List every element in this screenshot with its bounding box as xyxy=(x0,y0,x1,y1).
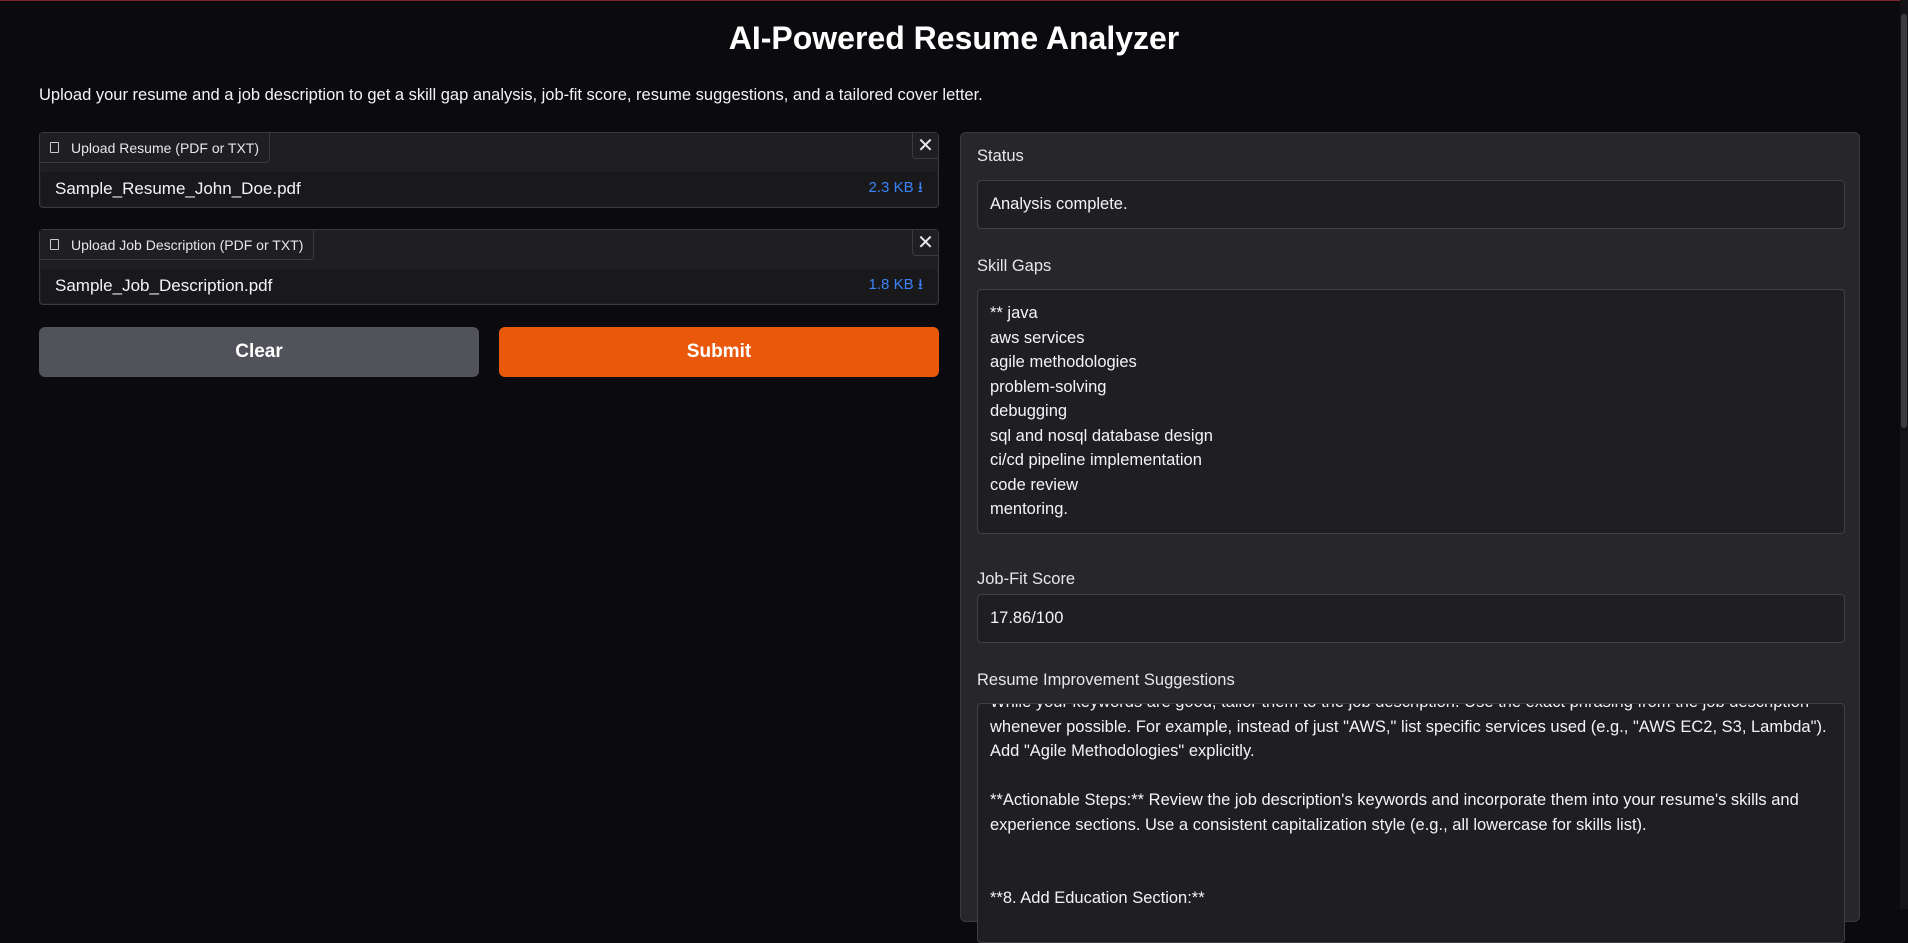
skill-gap-item: code review xyxy=(990,475,1079,494)
job-fit-value: 17.86/100 xyxy=(990,609,1064,627)
resume-upload-label-tab: Upload Resume (PDF or TXT) xyxy=(40,133,271,163)
close-icon: ✕ xyxy=(917,231,934,254)
skill-gap-item: ** java xyxy=(990,304,1038,322)
skill-gaps-textbox[interactable]: ** java aws services agile methodologies… xyxy=(977,289,1845,534)
page-title: AI-Powered Resume Analyzer xyxy=(728,20,1180,56)
suggestion-line: whenever possible. For example, instead … xyxy=(990,717,1827,736)
file-icon xyxy=(50,239,59,250)
suggestion-line xyxy=(990,862,1832,887)
jd-file-name: Sample_Job_Description.pdf xyxy=(55,276,273,295)
status-value: Analysis complete. xyxy=(990,195,1128,213)
page-scrollbar-thumb[interactable] xyxy=(1901,14,1907,428)
remove-resume-button[interactable]: ✕ xyxy=(912,133,938,159)
skill-gap-item: aws services xyxy=(990,328,1085,347)
suggestions-content: While your keywords are good, tailor the… xyxy=(990,704,1832,911)
resume-upload[interactable]: Upload Resume (PDF or TXT) ✕ Sample_Resu… xyxy=(39,132,939,208)
jd-file-row: Sample_Job_Description.pdf 1.8 KB ⭳ xyxy=(41,269,937,303)
skill-gaps-label: Skill Gaps xyxy=(977,257,1052,275)
suggestion-line: **8. Add Education Section:** xyxy=(990,889,1205,907)
suggestion-line xyxy=(990,764,1832,789)
jd-upload-label: Upload Job Description (PDF or TXT) xyxy=(71,236,304,253)
resume-upload-label: Upload Resume (PDF or TXT) xyxy=(71,139,260,156)
suggestion-line xyxy=(990,837,1832,862)
page-description: Upload your resume and a job description… xyxy=(39,86,983,104)
job-fit-textbox[interactable]: 17.86/100 xyxy=(977,594,1845,643)
suggestions-label: Resume Improvement Suggestions xyxy=(977,671,1235,689)
skill-gap-item: mentoring. xyxy=(990,500,1068,518)
resume-file-row: Sample_Resume_John_Doe.pdf 2.3 KB ⭳ xyxy=(41,172,937,206)
resume-download-link[interactable]: 2.3 KB ⭳ xyxy=(869,177,923,202)
remove-job-description-button[interactable]: ✕ xyxy=(912,230,938,256)
app-page: AI-Powered Resume Analyzer Upload your r… xyxy=(0,0,1908,943)
skill-gap-item: debugging xyxy=(990,402,1068,420)
job-description-upload[interactable]: Upload Job Description (PDF or TXT) ✕ Sa… xyxy=(39,229,939,305)
suggestion-line: While your keywords are good, tailor the… xyxy=(990,704,1832,715)
resume-file-name: Sample_Resume_John_Doe.pdf xyxy=(55,179,301,198)
suggestion-line: Add "Agile Methodologies" explicitly. xyxy=(990,742,1255,760)
suggestions-textbox[interactable]: While your keywords are good, tailor the… xyxy=(977,703,1845,943)
skill-gap-item: sql and nosql database design xyxy=(990,426,1213,445)
skill-gap-item: ci/cd pipeline implementation xyxy=(990,451,1202,469)
status-textbox[interactable]: Analysis complete. xyxy=(977,180,1845,229)
suggestion-line: **Actionable Steps:** Review the job des… xyxy=(990,791,1799,809)
jd-upload-label-tab: Upload Job Description (PDF or TXT) xyxy=(40,230,315,260)
skill-gap-item: problem-solving xyxy=(990,377,1107,396)
jd-download-link[interactable]: 1.8 KB ⭳ xyxy=(869,274,923,299)
skill-gap-item: agile methodologies xyxy=(990,353,1137,371)
top-border xyxy=(0,0,1908,1)
page-scrollbar-track[interactable] xyxy=(1900,0,1908,909)
clear-button[interactable]: Clear xyxy=(39,327,479,377)
suggestion-line: experience sections. Use a consistent ca… xyxy=(990,815,1647,834)
file-icon xyxy=(50,142,59,153)
status-label: Status xyxy=(977,147,1024,165)
close-icon: ✕ xyxy=(917,134,934,157)
output-panel: Status Analysis complete. Skill Gaps ** … xyxy=(960,132,1860,943)
job-fit-label: Job-Fit Score xyxy=(977,570,1076,588)
submit-button[interactable]: Submit xyxy=(499,327,939,377)
